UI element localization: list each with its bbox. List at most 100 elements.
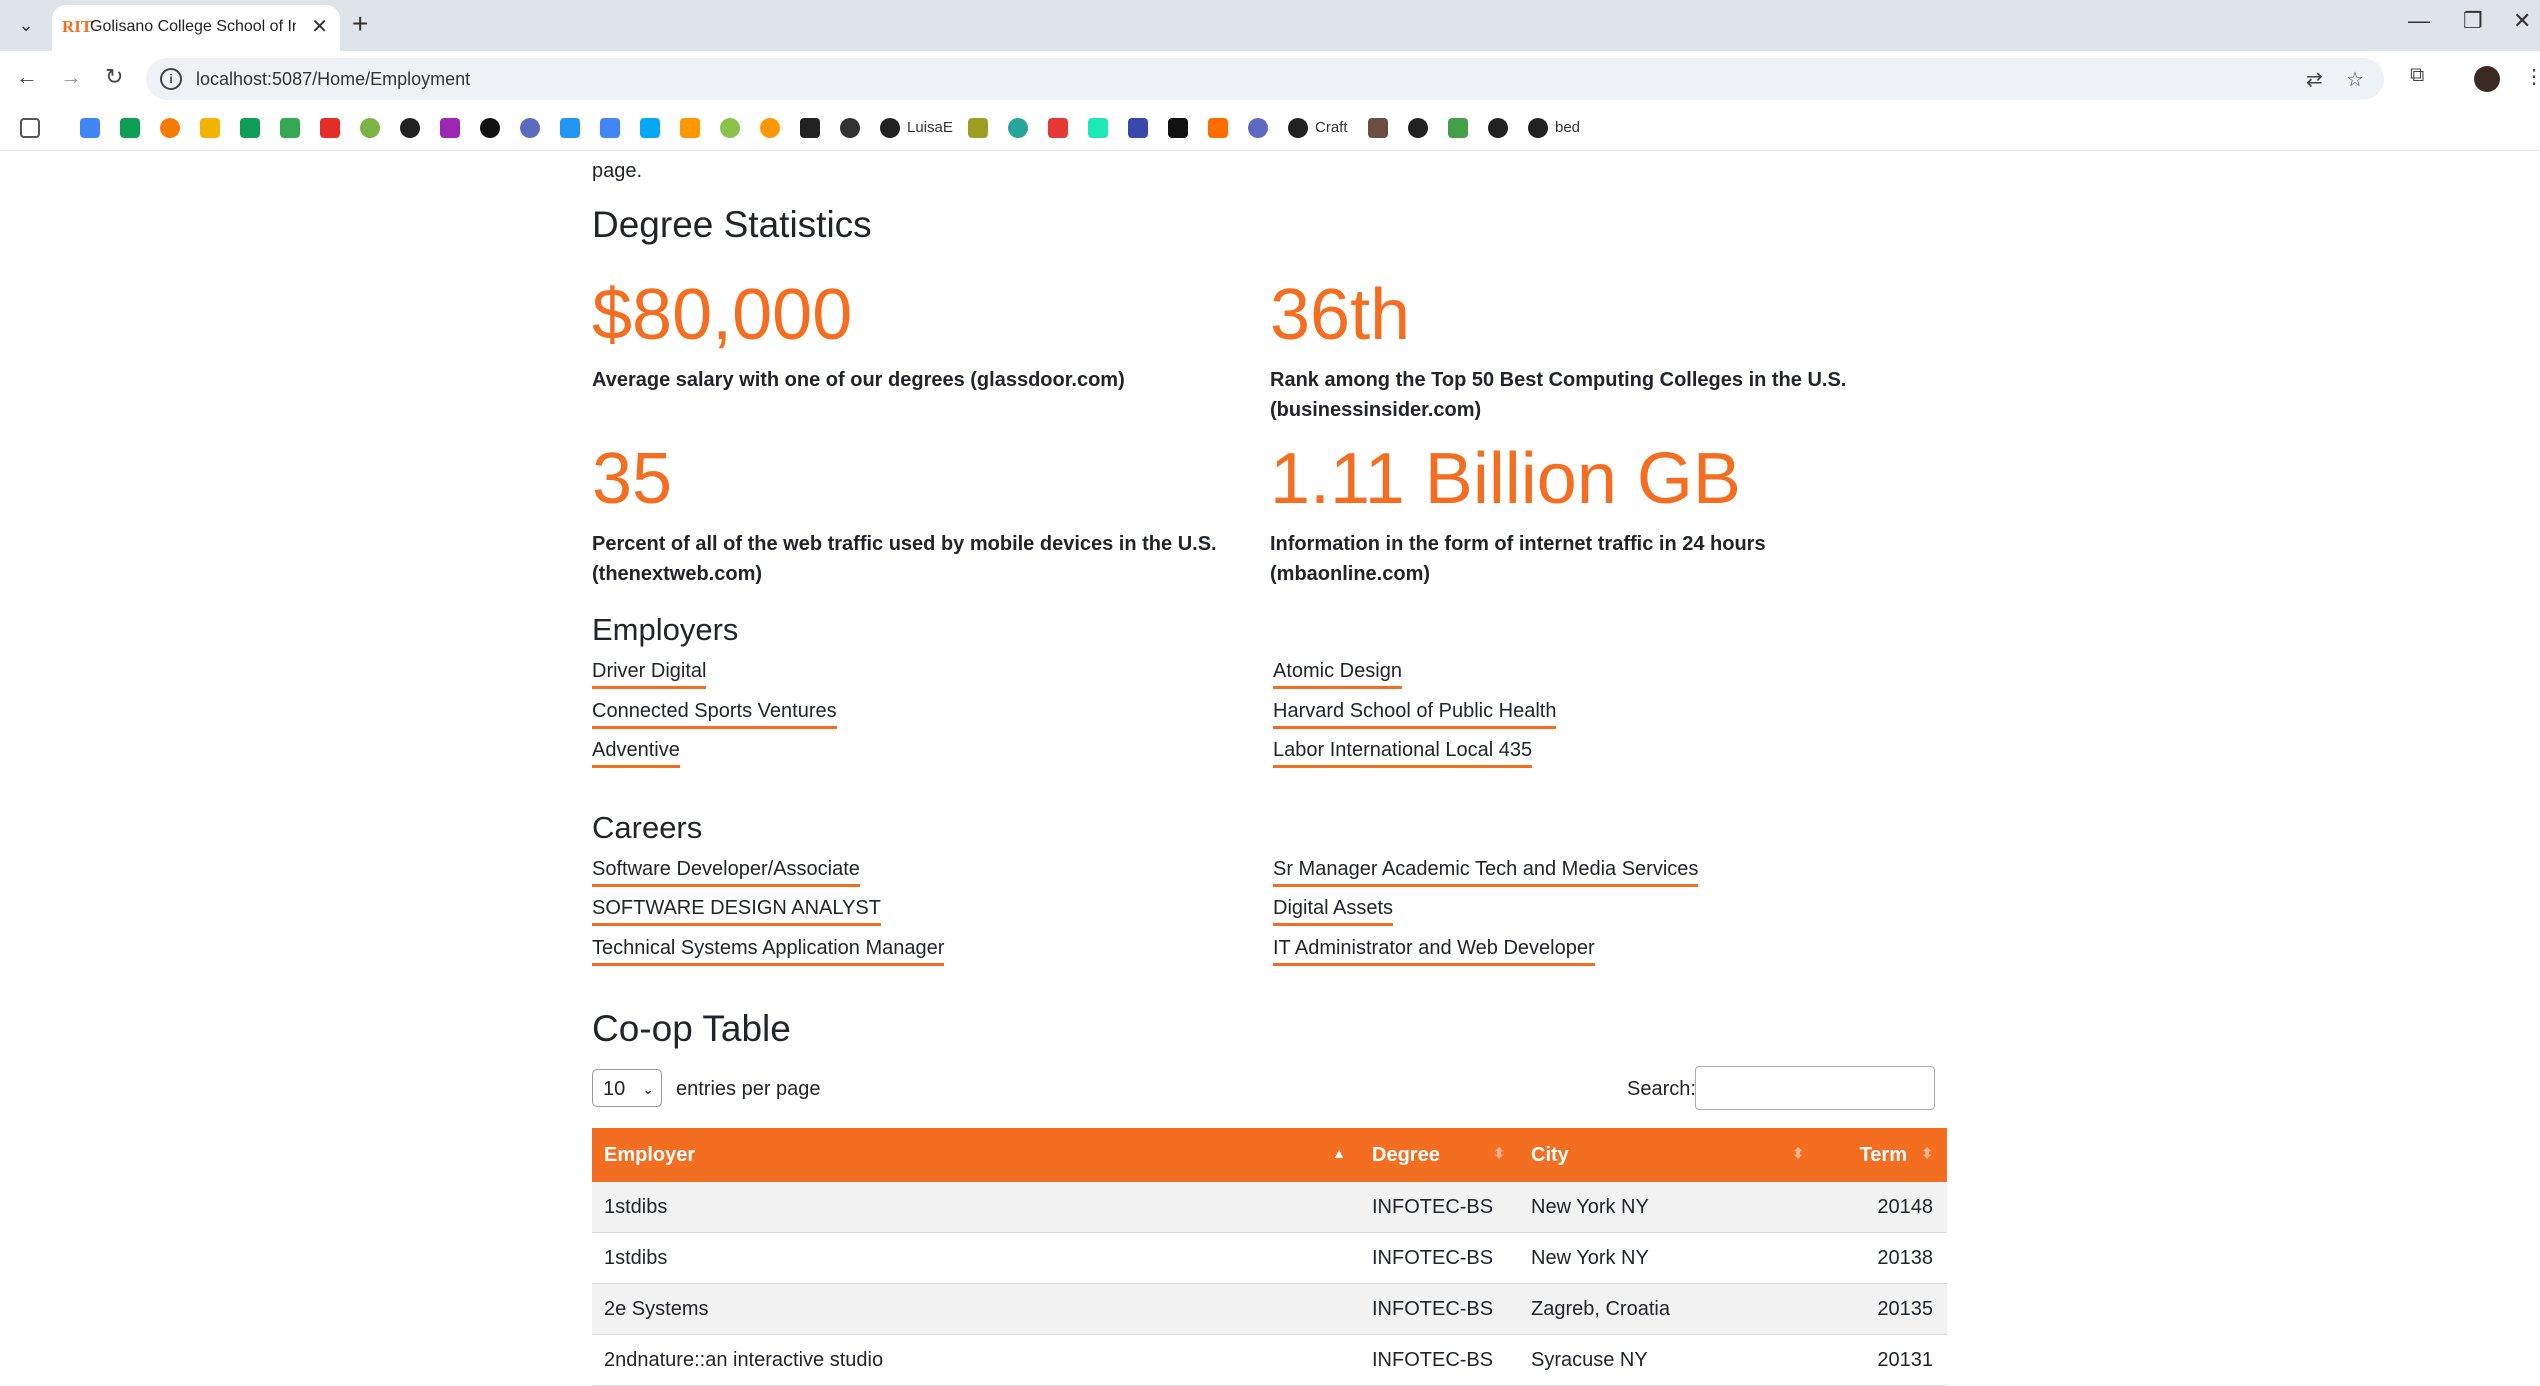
new-tab-button[interactable]: + [352, 8, 368, 40]
address-bar[interactable]: i localhost:5087/Home/Employment ⇄ ☆ [146, 58, 2384, 100]
bookmark-icon[interactable] [680, 118, 700, 138]
globe-bookmark-icon[interactable] [1408, 118, 1428, 138]
rit-favicon: RIT [62, 17, 93, 36]
cell-term: 20148 [1818, 1182, 1947, 1233]
bookmark-icon[interactable] [1008, 118, 1028, 138]
bookmark-icon[interactable] [720, 118, 740, 138]
bookmark-star-icon[interactable]: ☆ [2346, 67, 2364, 92]
table-header-row: Employer ▲ Degree ⬍ City ⬍ Term ⬍ [592, 1128, 1947, 1182]
page-size-select[interactable]: 10 ⌄ [592, 1069, 662, 1107]
bookmark-icon[interactable] [360, 118, 380, 138]
cell-degree: INFOTEC-BS [1360, 1182, 1519, 1233]
bookmark-label[interactable]: LuisaE [907, 119, 953, 136]
career-link[interactable]: SOFTWARE DESIGN ANALYST [592, 897, 881, 926]
career-link[interactable]: Technical Systems Application Manager [592, 937, 945, 966]
bookmark-icon[interactable] [1168, 118, 1188, 138]
translate-icon[interactable]: ⇄ [2306, 67, 2323, 92]
table-row: 1stdibs INFOTEC-BS New York NY 20148 [592, 1182, 1947, 1233]
bookmark-icon[interactable] [1448, 118, 1468, 138]
table-controls: 10 ⌄ entries per page Search: [592, 1066, 1947, 1114]
search-input[interactable] [1695, 1066, 1935, 1110]
bookmark-icon[interactable] [1248, 118, 1268, 138]
cell-employer: 1stdibs [592, 1232, 1360, 1284]
sort-icon: ⬍ [1792, 1145, 1804, 1161]
employer-link[interactable]: Labor International Local 435 [1273, 739, 1533, 768]
bookmark-icon[interactable] [1048, 118, 1068, 138]
browser-tab[interactable]: RIT Golisano College School of Informati… [52, 5, 340, 51]
bookmark-icon[interactable] [520, 118, 540, 138]
github-bookmark-icon[interactable] [1528, 118, 1548, 138]
github-bookmark-icon[interactable] [1288, 118, 1308, 138]
sort-ascending-icon: ▲ [1332, 1145, 1346, 1161]
close-tab-icon[interactable]: ✕ [311, 14, 328, 39]
close-window-icon[interactable]: ✕ [2513, 8, 2531, 34]
stat-description: Percent of all of the web traffic used b… [592, 533, 1217, 585]
extensions-icon[interactable]: ⧉ [2410, 64, 2424, 87]
career-link[interactable]: IT Administrator and Web Developer [1273, 937, 1595, 966]
cell-employer: 1stdibs [592, 1182, 1360, 1233]
employer-link[interactable]: Atomic Design [1273, 660, 1402, 689]
bookmark-label[interactable]: bed [1555, 119, 1580, 136]
column-header-term[interactable]: Term ⬍ [1818, 1128, 1947, 1182]
bookmark-icon[interactable] [440, 118, 460, 138]
github-bookmark-icon[interactable] [880, 118, 900, 138]
site-info-icon[interactable]: i [160, 68, 182, 90]
sheets-bookmark-icon[interactable] [240, 118, 260, 138]
employer-link[interactable]: Harvard School of Public Health [1273, 700, 1557, 729]
bookmark-icon[interactable] [760, 118, 780, 138]
cell-city: New York NY [1519, 1182, 1818, 1233]
career-link[interactable]: Sr Manager Academic Tech and Media Servi… [1273, 858, 1699, 887]
minimize-icon[interactable]: — [2408, 8, 2430, 34]
bookmark-icon[interactable] [120, 118, 140, 138]
slides-bookmark-icon[interactable] [200, 118, 220, 138]
bookmark-icon[interactable] [480, 118, 500, 138]
cell-employer: 2ndnature::an interactive studio [592, 1334, 1360, 1386]
bookmark-icon[interactable] [1088, 118, 1108, 138]
tab-search-icon[interactable]: ⌄ [13, 12, 39, 38]
youtube-bookmark-icon[interactable] [320, 118, 340, 138]
coop-table-title: Co-op Table [592, 1008, 791, 1049]
career-link[interactable]: Software Developer/Associate [592, 858, 860, 887]
stat-value: 36th [1270, 275, 1411, 355]
profile-avatar[interactable] [2474, 66, 2500, 92]
column-header-city[interactable]: City ⬍ [1519, 1128, 1818, 1182]
bookmark-icon[interactable] [1208, 118, 1228, 138]
back-icon[interactable]: ← [16, 64, 38, 90]
github-bookmark-icon[interactable] [400, 118, 420, 138]
bookmark-label[interactable]: Craft [1315, 119, 1348, 136]
cell-city: New York NY [1519, 1232, 1818, 1284]
drive-bookmark-icon[interactable] [280, 118, 300, 138]
cell-employer: 2e Systems [592, 1283, 1360, 1335]
column-header-employer[interactable]: Employer ▲ [592, 1128, 1360, 1182]
intro-text: page. [592, 160, 643, 182]
employer-link[interactable]: Driver Digital [592, 660, 707, 689]
bookmark-icon[interactable] [840, 118, 860, 138]
translate-bookmark-icon[interactable] [600, 118, 620, 138]
bookmark-icon[interactable] [640, 118, 660, 138]
column-header-degree[interactable]: Degree ⬍ [1360, 1128, 1519, 1182]
bookmark-icon[interactable] [968, 118, 988, 138]
apps-icon[interactable] [20, 118, 40, 138]
table-row: 2e Systems INFOTEC-BS Zagreb, Croatia 20… [592, 1283, 1947, 1335]
column-header-label: Term [1859, 1143, 1907, 1166]
bookmark-icon[interactable] [1128, 118, 1148, 138]
employer-link[interactable]: Connected Sports Ventures [592, 700, 837, 729]
sort-icon: ⬍ [1921, 1145, 1933, 1161]
reload-icon[interactable]: ↻ [105, 64, 123, 90]
entries-label: entries per page [676, 1078, 821, 1100]
stat-card: 1.11 Billion GB Information in the form … [1270, 439, 1930, 589]
sort-icon: ⬍ [1493, 1145, 1505, 1161]
bookmark-icon[interactable] [1368, 118, 1388, 138]
bookmark-icon[interactable] [160, 118, 180, 138]
restore-icon[interactable]: ❐ [2463, 8, 2483, 34]
docs-bookmark-icon[interactable] [80, 118, 100, 138]
employer-link[interactable]: Adventive [592, 739, 680, 768]
menu-icon[interactable]: ⋮ [2524, 64, 2540, 89]
bookmark-icon[interactable] [560, 118, 580, 138]
career-link[interactable]: Digital Assets [1273, 897, 1394, 926]
forward-icon[interactable]: → [60, 64, 82, 90]
bookmark-icon[interactable] [800, 118, 820, 138]
bookmark-icon[interactable] [1488, 118, 1508, 138]
cell-term: 20138 [1818, 1232, 1947, 1284]
stat-card: 36th Rank among the Top 50 Best Computin… [1270, 275, 1930, 425]
